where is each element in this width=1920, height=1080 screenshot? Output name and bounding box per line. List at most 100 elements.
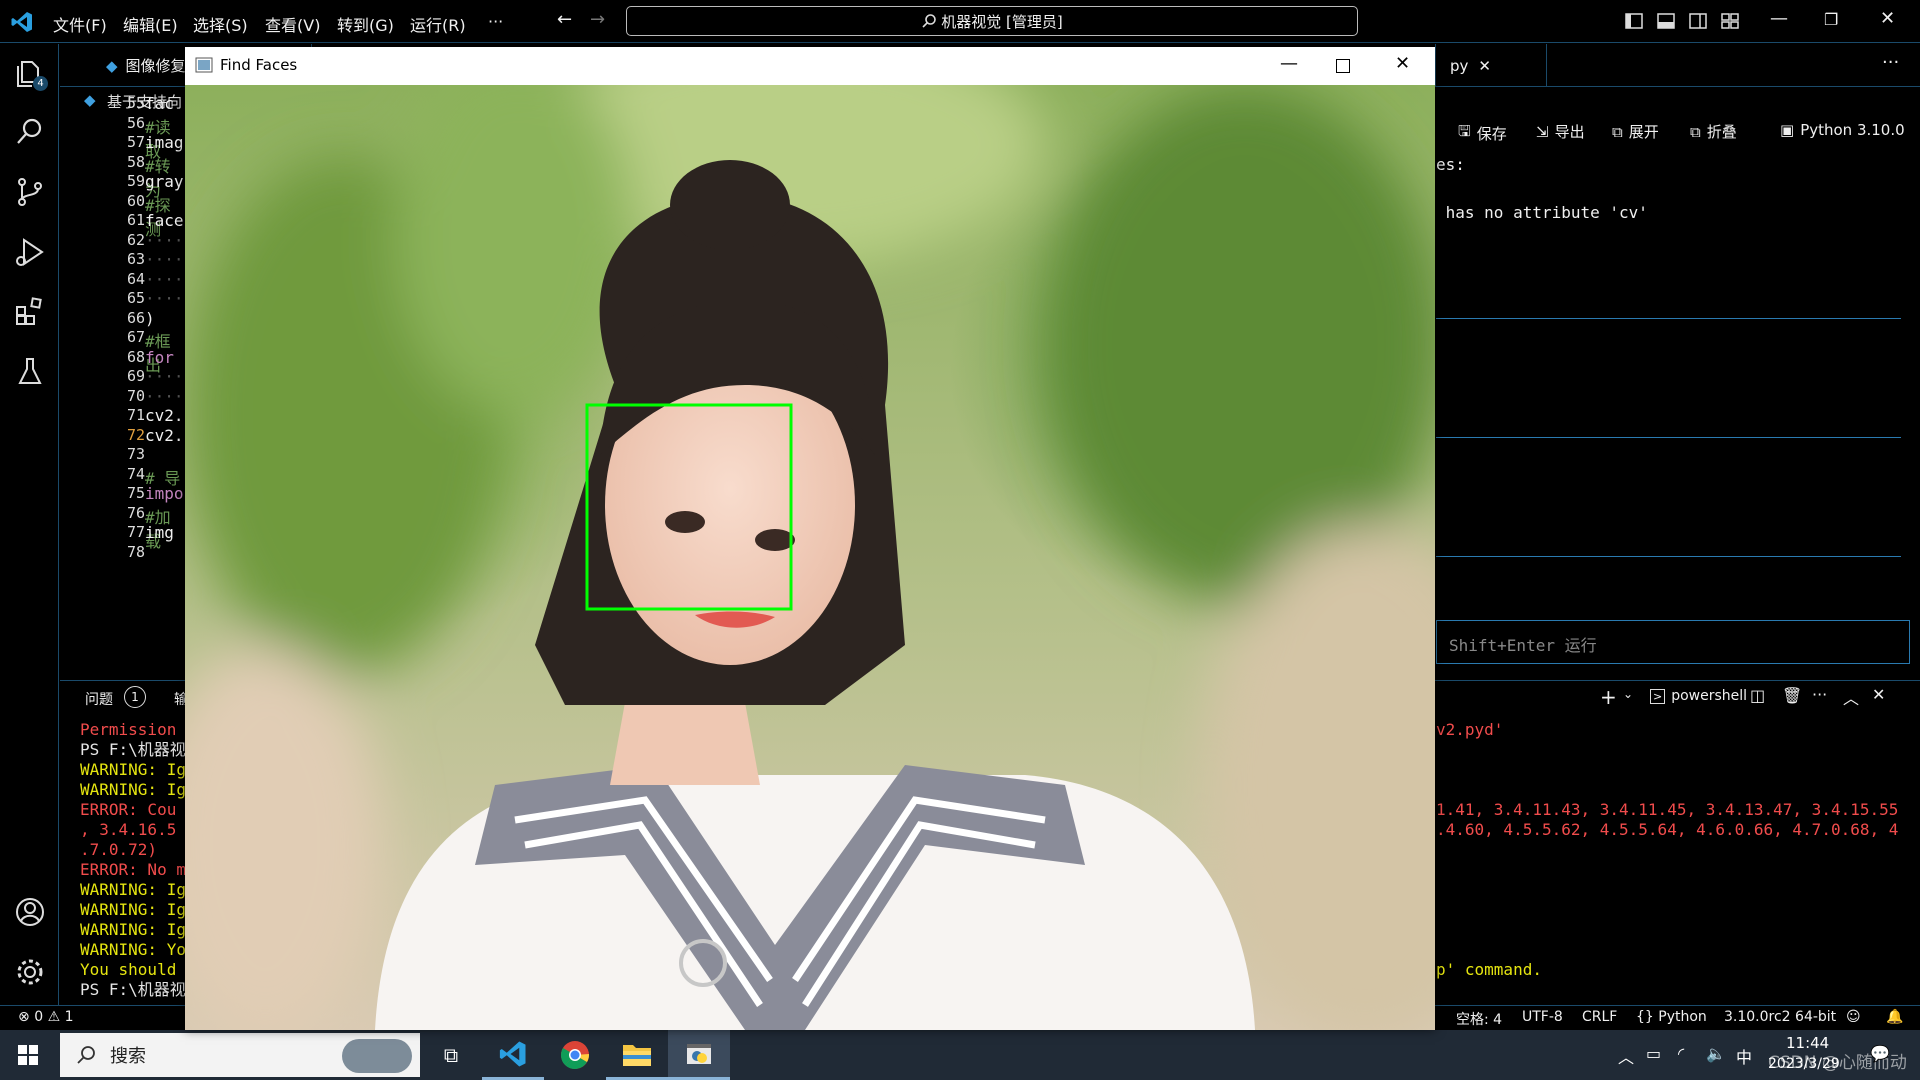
- split-terminal-icon[interactable]: ◫: [1750, 686, 1765, 705]
- line-number: 64: [126, 269, 145, 288]
- menu-edit[interactable]: 编辑(E): [123, 12, 178, 36]
- menu-file[interactable]: 文件(F): [53, 12, 107, 36]
- interpreter-status[interactable]: 3.10.0rc2 64-bit: [1724, 1009, 1836, 1025]
- collapse-icon: ⧉: [1690, 122, 1701, 141]
- menu-go[interactable]: 转到(G): [337, 12, 394, 36]
- chevron-down-icon[interactable]: ⌄: [1623, 687, 1633, 701]
- window-app-icon: [195, 57, 213, 73]
- close-icon[interactable]: ✕: [1395, 53, 1410, 74]
- battery-icon[interactable]: ▭: [1646, 1044, 1661, 1063]
- terminal-line: , 3.4.16.5: [80, 820, 177, 839]
- task-view-icon[interactable]: ⧉: [420, 1030, 482, 1080]
- line-number: 75: [126, 484, 145, 502]
- testing-flask-icon[interactable]: [12, 354, 48, 390]
- explorer-badge: 4: [33, 76, 48, 91]
- run-and-debug-icon[interactable]: [12, 234, 48, 270]
- close-icon[interactable]: ✕: [1880, 8, 1895, 29]
- extensions-icon[interactable]: [12, 294, 48, 330]
- source-control-icon[interactable]: [12, 174, 48, 210]
- expand-icon: ⧉: [1612, 122, 1623, 141]
- feedback-icon[interactable]: ☺: [1846, 1009, 1861, 1025]
- problems-status[interactable]: ⊗ 0 ⚠ 1: [18, 1009, 74, 1025]
- toggle-secondary-sidebar-icon[interactable]: [1688, 11, 1708, 31]
- file-explorer-icon[interactable]: [606, 1030, 668, 1080]
- export-label: 导出: [1554, 123, 1585, 141]
- export-button[interactable]: ⇲ 导出: [1536, 121, 1585, 142]
- command-center-search[interactable]: 机器视觉 [管理员]: [626, 6, 1358, 36]
- expand-button[interactable]: ⧉ 展开: [1612, 121, 1659, 142]
- search-icon[interactable]: [12, 114, 48, 150]
- forward-arrow-icon[interactable]: →: [590, 9, 605, 30]
- language-status[interactable]: {} Python: [1636, 1009, 1707, 1025]
- line-number: 72: [126, 425, 145, 444]
- minimize-icon[interactable]: —: [1280, 53, 1298, 74]
- menu-selection[interactable]: 选择(S): [193, 12, 248, 36]
- cell-divider: [1436, 318, 1901, 319]
- terminal-line: .4.60, 4.5.5.62, 4.5.5.64, 4.6.0.66, 4.7…: [1436, 820, 1899, 839]
- maximize-panel-icon[interactable]: ︿: [1843, 685, 1859, 709]
- more-actions-icon[interactable]: ···: [1882, 52, 1899, 73]
- detected-face-image: [185, 85, 1435, 1030]
- find-faces-window[interactable]: Find Faces — ✕: [185, 47, 1435, 1030]
- tab-problems[interactable]: 问题: [85, 689, 113, 709]
- collapse-button[interactable]: ⧉ 折叠: [1690, 121, 1737, 142]
- terminal-name: powershell: [1671, 688, 1748, 704]
- code-line: ····: [145, 386, 184, 406]
- menu-run[interactable]: 运行(R): [410, 12, 466, 36]
- tab-close-icon[interactable]: ✕: [1478, 57, 1491, 75]
- toggle-panel-icon[interactable]: [1656, 11, 1676, 31]
- maximize-icon[interactable]: [1336, 59, 1350, 73]
- python-window-taskbar-icon[interactable]: [668, 1030, 730, 1080]
- export-icon: ⇲: [1536, 122, 1549, 141]
- explorer-icon[interactable]: 4: [12, 56, 48, 92]
- collapse-label: 折叠: [1706, 123, 1737, 141]
- find-faces-titlebar[interactable]: Find Faces — ✕: [185, 47, 1435, 85]
- editor-tab-active[interactable]: py ✕: [1435, 44, 1547, 87]
- code-editor[interactable]: fac #读取 imag #转为 gray #探测 face ···· ···· ···· ····…: [145, 94, 185, 666]
- trash-icon[interactable]: 🗑: [1782, 686, 1802, 705]
- line-number: 55: [126, 94, 145, 112]
- volume-icon[interactable]: 🔈: [1706, 1044, 1726, 1063]
- menu-view[interactable]: 查看(V): [265, 12, 320, 36]
- output-line: es:: [1436, 155, 1465, 174]
- interactive-toolbar: 🖫 保存 ⇲ 导出 ⧉ 展开 ⧉ 折叠 ▣ Python 3.10.0: [1436, 118, 1920, 148]
- taskbar-search-text: 搜索: [110, 1046, 146, 1067]
- taskbar-search[interactable]: 搜索: [60, 1033, 420, 1077]
- save-button[interactable]: 🖫 保存: [1458, 121, 1507, 146]
- indentation-status[interactable]: 空格: 4: [1456, 1009, 1502, 1029]
- interactive-input-box[interactable]: Shift+Enter 运行: [1436, 620, 1910, 664]
- more-actions-icon[interactable]: ···: [1812, 685, 1827, 704]
- eol-status[interactable]: CRLF: [1582, 1009, 1617, 1025]
- windows-start-icon[interactable]: [18, 1045, 38, 1065]
- ime-indicator[interactable]: 中: [1736, 1044, 1752, 1068]
- vscode-taskbar-icon[interactable]: [482, 1030, 544, 1080]
- back-arrow-icon[interactable]: ←: [557, 9, 572, 30]
- terminal-selector[interactable]: > powershell: [1650, 688, 1747, 704]
- toggle-primary-sidebar-icon[interactable]: [1624, 11, 1644, 31]
- code-line: ····: [145, 367, 184, 386]
- account-icon[interactable]: [12, 894, 48, 930]
- customize-layout-icon[interactable]: [1720, 11, 1740, 31]
- line-number: 63: [126, 250, 145, 268]
- restore-icon[interactable]: ❐: [1824, 10, 1838, 29]
- kernel-select-button[interactable]: ▣ Python 3.10.0: [1780, 121, 1905, 139]
- minimize-icon[interactable]: —: [1770, 8, 1788, 29]
- close-panel-icon[interactable]: ✕: [1872, 685, 1885, 704]
- chrome-icon[interactable]: [544, 1030, 606, 1080]
- terminal-icon: >: [1650, 688, 1666, 704]
- code-line: cv2.: [145, 425, 184, 445]
- line-number: 59: [126, 172, 145, 190]
- settings-gear-icon[interactable]: [12, 954, 48, 990]
- terminal-line: WARNING: Yo: [80, 940, 186, 959]
- menu-more[interactable]: ···: [488, 12, 503, 31]
- notification-center-icon[interactable]: 💬: [1870, 1044, 1890, 1063]
- tray-chevron-up-icon[interactable]: ︿: [1618, 1044, 1634, 1068]
- encoding-status[interactable]: UTF-8: [1522, 1009, 1563, 1025]
- code-line: ): [145, 308, 155, 328]
- notifications-bell-icon[interactable]: 🔔: [1886, 1009, 1903, 1025]
- error-count: 0: [34, 1009, 44, 1025]
- code-line: for: [145, 347, 174, 367]
- terminal-line: WARNING: Ig: [80, 880, 186, 899]
- network-icon[interactable]: ◜: [1678, 1044, 1684, 1063]
- new-terminal-icon[interactable]: +: [1600, 685, 1617, 709]
